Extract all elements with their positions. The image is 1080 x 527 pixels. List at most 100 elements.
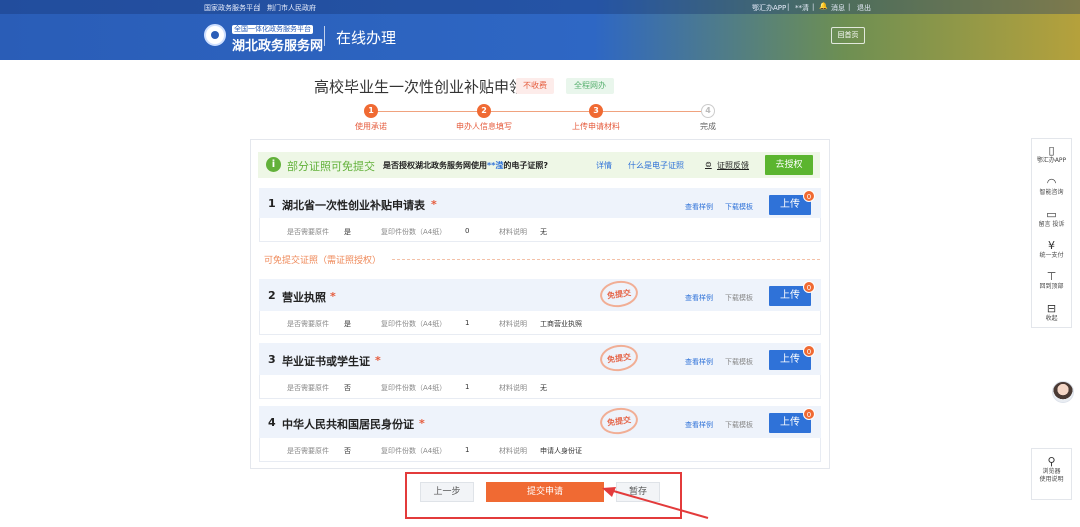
meta-copies-value: 1 (465, 319, 470, 327)
material-title: 毕业证书或学生证 (282, 355, 370, 368)
step-3-label: 上传申请材料 (572, 122, 620, 131)
license-feedback-link[interactable]: 证照反馈 (717, 160, 749, 171)
feedback-icon[interactable]: ⊜ (705, 160, 712, 169)
meta-original-label: 是否需要原件 (287, 228, 329, 236)
upload-count-badge: 0 (803, 408, 815, 420)
step-1-label: 使用承诺 (355, 122, 387, 131)
progress-line (371, 111, 709, 112)
dock-label: 收起 (1045, 315, 1058, 322)
dock-label: 鄂汇办APP (1036, 157, 1067, 164)
message-icon: ▭ (1046, 208, 1057, 221)
meta-copies-label: 复印件份数（A4纸） (381, 384, 447, 392)
notice-title: 部分证照可免提交 (287, 160, 375, 173)
required-mark: * (431, 198, 437, 211)
meta-desc-label: 材料说明 (499, 320, 527, 328)
link-jingmen-gov[interactable]: 荆门市人民政府 (267, 3, 316, 13)
meta-copies-label: 复印件份数（A4纸） (381, 447, 447, 455)
link-app[interactable]: 鄂汇办APP (752, 3, 786, 13)
logo-subtitle: 全国一体化政务服务平台 (232, 25, 313, 34)
dock-browser-guide[interactable]: ⚲ 浏览器 使用说明 (1031, 456, 1072, 484)
dock-collapse[interactable]: ⊟ 收起 (1031, 303, 1072, 323)
meta-original-value: 否 (344, 384, 351, 392)
upload-count-badge: 0 (803, 190, 815, 202)
step-4-dot: 4 (701, 104, 715, 118)
top-separator: | (812, 3, 815, 11)
view-sample-link[interactable]: 查看样例 (685, 293, 713, 303)
meta-original-value: 是 (344, 228, 351, 236)
yen-icon: ¥ (1048, 239, 1055, 252)
dock-label: 留言 投诉 (1038, 221, 1065, 228)
material-number: 2 (268, 289, 276, 302)
view-sample-link[interactable]: 查看样例 (685, 357, 713, 367)
what-is-license-link[interactable]: 什么是电子证照 (628, 160, 684, 171)
meta-copies-value: 1 (465, 446, 470, 454)
section-divider (392, 259, 820, 260)
online-tag: 全程网办 (566, 78, 614, 94)
material-title: 中华人民共和国居民身份证 (282, 418, 414, 431)
meta-copies-value: 1 (465, 383, 470, 391)
section-title: 在线办理 (336, 29, 397, 47)
meta-desc-label: 材料说明 (499, 447, 527, 455)
dock-label: 统一支付 (1039, 252, 1064, 259)
meta-copies-value: 0 (465, 227, 470, 235)
collapse-icon: ⊟ (1046, 302, 1057, 315)
logo-title[interactable]: 湖北政务服务网 (232, 35, 323, 54)
assistant-avatar[interactable] (1052, 381, 1074, 403)
upload-count-badge: 0 (803, 345, 815, 357)
material-title: 湖北省一次性创业补贴申请表 (282, 199, 425, 212)
material-number: 4 (268, 416, 276, 429)
dock-label: 智能咨询 (1039, 189, 1064, 196)
view-sample-link[interactable]: 查看样例 (685, 202, 713, 212)
headset-icon: ◠ (1046, 176, 1057, 189)
side-dock (1031, 138, 1072, 328)
notice-question: 是否授权湖北政务服务网使用**滢的电子证照? (383, 161, 549, 170)
link-messages[interactable]: 消息 (831, 3, 845, 13)
view-sample-link[interactable]: 查看样例 (685, 420, 713, 430)
link-logout[interactable]: 退出 (857, 3, 871, 13)
dock-payment[interactable]: ¥ 统一支付 (1031, 240, 1072, 260)
step-1-dot: 1 (364, 104, 378, 118)
top-strip (0, 0, 1080, 14)
step-3-dot: 3 (589, 104, 603, 118)
browser-icon: ⚲ (1047, 455, 1056, 468)
download-template-link[interactable]: 下载模板 (725, 420, 753, 430)
dock-label: 使用说明 (1039, 476, 1064, 483)
detail-link[interactable]: 详情 (596, 160, 612, 171)
user-name[interactable]: **清 (795, 3, 809, 13)
download-template-link[interactable]: 下载模板 (725, 293, 753, 303)
meta-copies-label: 复印件份数（A4纸） (381, 228, 447, 236)
home-button[interactable]: 回首页 (831, 27, 865, 44)
meta-original-value: 是 (344, 320, 351, 328)
meta-desc-label: 材料说明 (499, 384, 527, 392)
material-number: 3 (268, 353, 276, 366)
meta-original-label: 是否需要原件 (287, 384, 329, 392)
meta-original-value: 否 (344, 447, 351, 455)
dock-app[interactable]: ▯ 鄂汇办APP (1031, 145, 1072, 165)
meta-original-label: 是否需要原件 (287, 447, 329, 455)
upload-count-badge: 0 (803, 281, 815, 293)
download-template-link[interactable]: 下载模板 (725, 357, 753, 367)
top-separator: | (787, 3, 790, 11)
authorize-button[interactable]: 去授权 (765, 155, 813, 175)
required-mark: * (330, 290, 336, 303)
meta-desc-value: 无 (540, 228, 547, 236)
meta-desc-label: 材料说明 (499, 228, 527, 236)
link-national-platform[interactable]: 国家政务服务平台 (204, 3, 260, 13)
step-4-label: 完成 (700, 122, 716, 131)
bell-icon[interactable]: 🔔 (819, 2, 828, 10)
top-separator: | (258, 3, 261, 11)
dock-consult[interactable]: ◠ 智能咨询 (1031, 177, 1072, 197)
dock-back-to-top[interactable]: ⊤ 回到顶部 (1031, 271, 1072, 291)
meta-desc-value: 无 (540, 384, 547, 392)
dock-label: 浏览器 (1042, 468, 1061, 475)
page-title: 高校毕业生一次性创业补贴申领 (314, 78, 525, 96)
meta-copies-label: 复印件份数（A4纸） (381, 320, 447, 328)
logo-emblem-icon[interactable] (204, 24, 226, 46)
download-template-link[interactable]: 下载模板 (725, 202, 753, 212)
dock-message[interactable]: ▭ 留言 投诉 (1031, 209, 1072, 229)
material-number: 1 (268, 197, 276, 210)
back-to-top-icon: ⊤ (1046, 270, 1057, 283)
meta-desc-value: 工商营业执照 (540, 320, 582, 328)
required-mark: * (375, 354, 381, 367)
header-divider (324, 26, 325, 46)
